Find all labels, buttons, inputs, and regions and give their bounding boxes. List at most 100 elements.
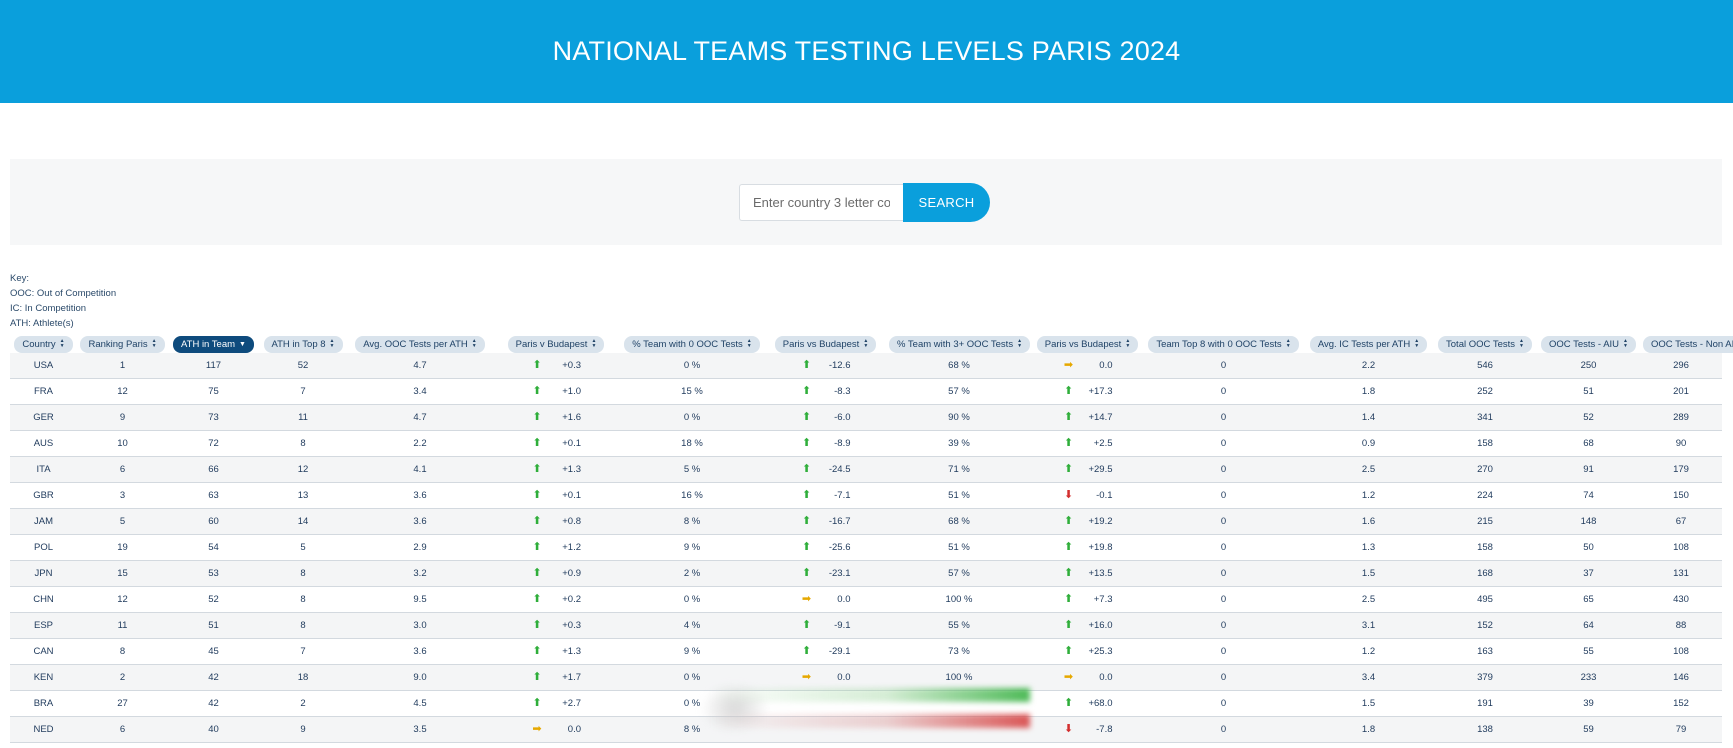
- table-cell: 9 %: [619, 534, 765, 561]
- table-cell: 131: [1640, 560, 1722, 587]
- table-cell: 0 %: [619, 404, 765, 431]
- table-cell: 3.0: [347, 612, 493, 639]
- table-cell: POL: [10, 534, 77, 561]
- column-label: Avg. OOC Tests per ATH: [363, 338, 468, 350]
- trend-indicator: ⬆ -7.1: [801, 490, 851, 502]
- trend-cell: ⬆ +1.0: [493, 378, 619, 405]
- trend-indicator: ⬆ +13.5: [1063, 568, 1113, 580]
- sort-column-button[interactable]: Paris vs Budapest ▲ ▼: [1036, 335, 1139, 353]
- table-cell: 0 %: [619, 586, 765, 613]
- trend-cell: ⬆ -12.6: [765, 353, 886, 379]
- trend-cell: ⬆ -6.0: [765, 404, 886, 431]
- arrow-right-icon: ➡: [532, 723, 542, 735]
- column-header: OOC Tests - AIU ▲ ▼: [1537, 333, 1640, 353]
- table-cell: FRA: [10, 378, 77, 405]
- trend-indicator: ⬆ +29.5: [1063, 464, 1113, 476]
- table-cell: 50: [1537, 534, 1640, 561]
- table-cell: 52: [259, 353, 347, 379]
- table-cell: 90 %: [886, 404, 1032, 431]
- table-cell: 0: [1143, 430, 1304, 457]
- sort-column-button[interactable]: Avg. IC Tests per ATH ▲ ▼: [1309, 335, 1428, 353]
- sort-column-button[interactable]: OOC Tests - Non AIU▲▼: [1643, 335, 1733, 353]
- sort-column-button[interactable]: ATH in Top 8 ▲ ▼: [263, 335, 343, 353]
- table-cell: 341: [1433, 404, 1537, 431]
- table-cell: 0.9: [1304, 430, 1433, 457]
- country-search-input[interactable]: [739, 184, 903, 221]
- sort-both-icon: ▲ ▼: [1623, 338, 1628, 349]
- table-cell: 73: [168, 404, 259, 431]
- sort-column-button[interactable]: Ranking Paris ▲ ▼: [80, 335, 165, 353]
- sort-column-button[interactable]: ATH in Team ▼: [173, 335, 254, 353]
- sort-column-button[interactable]: Paris v Budapest ▲ ▼: [507, 335, 605, 353]
- trend-indicator: ⬆ -9.1: [801, 619, 851, 632]
- column-header: Paris vs Budapest ▲ ▼: [1032, 333, 1143, 353]
- trend-cell: ⬆ -16.7: [765, 508, 886, 535]
- table-cell: 52: [1537, 404, 1640, 431]
- search-button[interactable]: SEARCH: [903, 183, 990, 222]
- trend-indicator: ⬆ +2.7: [531, 698, 581, 710]
- sort-column-button[interactable]: Paris vs Budapest ▲ ▼: [774, 335, 877, 353]
- table-cell: 71 %: [886, 456, 1032, 483]
- trend-cell: ⬆ +2.7: [493, 690, 619, 717]
- trend-value: +1.3: [562, 646, 581, 657]
- arrow-up-icon: ⬆: [801, 541, 812, 553]
- trend-cell: ⬆ -9.1: [765, 612, 886, 639]
- table-cell: 57 %: [886, 378, 1032, 405]
- table-header-row: Country ▲ ▼ Ranking Paris ▲ ▼ ATH in Team ▼ ATH …: [10, 333, 1733, 353]
- arrow-up-icon: ⬆: [801, 619, 812, 631]
- sort-both-icon: ▲ ▼: [59, 338, 65, 349]
- table-cell: 250: [1537, 353, 1640, 379]
- trend-value: +0.1: [562, 438, 581, 449]
- table-cell: CAN: [10, 638, 77, 665]
- table-cell: USA: [10, 353, 77, 379]
- trend-cell: ➡ 0.0: [765, 664, 886, 691]
- key-line-ooc: OOC: Out of Competition: [10, 288, 117, 299]
- sort-column-button[interactable]: Team Top 8 with 0 OOC Tests ▲ ▼: [1148, 335, 1299, 353]
- trend-cell: ⬆ +25.3: [1032, 638, 1143, 665]
- table-cell: 191: [1433, 690, 1537, 717]
- column-label: Team Top 8 with 0 OOC Tests: [1156, 338, 1282, 350]
- trend-indicator: ⬆ +68.0: [1063, 698, 1113, 710]
- arrow-up-icon: ⬆: [801, 411, 812, 423]
- table-cell: 18 %: [619, 430, 765, 457]
- arrow-up-icon: ⬆: [532, 671, 542, 683]
- table-cell: 108: [1640, 638, 1722, 665]
- table-cell: 68 %: [886, 353, 1032, 379]
- table-cell: 179: [1640, 456, 1722, 483]
- table-cell: 0: [1143, 690, 1304, 717]
- table-row: GER 9 73 11 4.7 ⬆ +1.6 0 % ⬆ -6.0 90 % ⬆ +14.7 0 1.4 34…: [10, 404, 1722, 431]
- sort-column-button[interactable]: OOC Tests - AIU ▲ ▼: [1541, 335, 1636, 353]
- trend-value: +25.3: [1088, 646, 1113, 657]
- table-cell: 4.5: [347, 690, 493, 717]
- column-label: ATH in Top 8: [271, 338, 326, 350]
- table-row: JAM 5 60 14 3.6 ⬆ +0.8 8 % ⬆ -16.7 68 % ⬆ +19.2 0 1.6 2…: [10, 508, 1722, 535]
- table-cell: 7: [259, 638, 347, 665]
- search-panel: SEARCH: [10, 159, 1722, 245]
- table-cell: 4.7: [347, 404, 493, 431]
- table-cell: 0: [1143, 612, 1304, 639]
- trend-value: 0.0: [1099, 360, 1113, 371]
- table-cell: 1.8: [1304, 716, 1433, 743]
- table-cell: 3.4: [347, 378, 493, 405]
- trend-value: -0.1: [1096, 490, 1113, 501]
- trend-indicator: ⬆ -8.9: [801, 438, 851, 450]
- trend-value: +29.5: [1088, 464, 1113, 475]
- sort-column-button[interactable]: Country ▲ ▼: [14, 335, 73, 353]
- table-cell: 5: [77, 508, 168, 535]
- table-row: JPN 15 53 8 3.2 ⬆ +0.9 2 % ⬆ -23.1 57 % ⬆ +13.5 0 1.5 1…: [10, 560, 1722, 587]
- trend-indicator: ⬆ +2.5: [1063, 438, 1113, 450]
- sort-column-button[interactable]: Total OOC Tests ▲ ▼: [1438, 335, 1532, 353]
- trend-cell: ⬆ +29.5: [1032, 456, 1143, 483]
- trend-cell: ⬆ -8.3: [765, 378, 886, 405]
- trend-cell: ⬆ +19.8: [1032, 534, 1143, 561]
- sort-column-button[interactable]: % Team with 0 OOC Tests ▲ ▼: [624, 335, 760, 353]
- table-cell: 3.4: [1304, 664, 1433, 691]
- sort-column-button[interactable]: Avg. OOC Tests per ATH ▲ ▼: [355, 335, 485, 353]
- column-header: Avg. OOC Tests per ATH ▲ ▼: [347, 333, 493, 353]
- sort-column-button[interactable]: % Team with 3+ OOC Tests ▲ ▼: [889, 335, 1031, 353]
- arrow-up-icon: ⬆: [532, 463, 542, 475]
- table-cell: 68 %: [886, 508, 1032, 535]
- trend-value: +68.0: [1088, 698, 1113, 709]
- table-cell: 2 %: [619, 560, 765, 587]
- trend-value: 0.0: [837, 672, 851, 683]
